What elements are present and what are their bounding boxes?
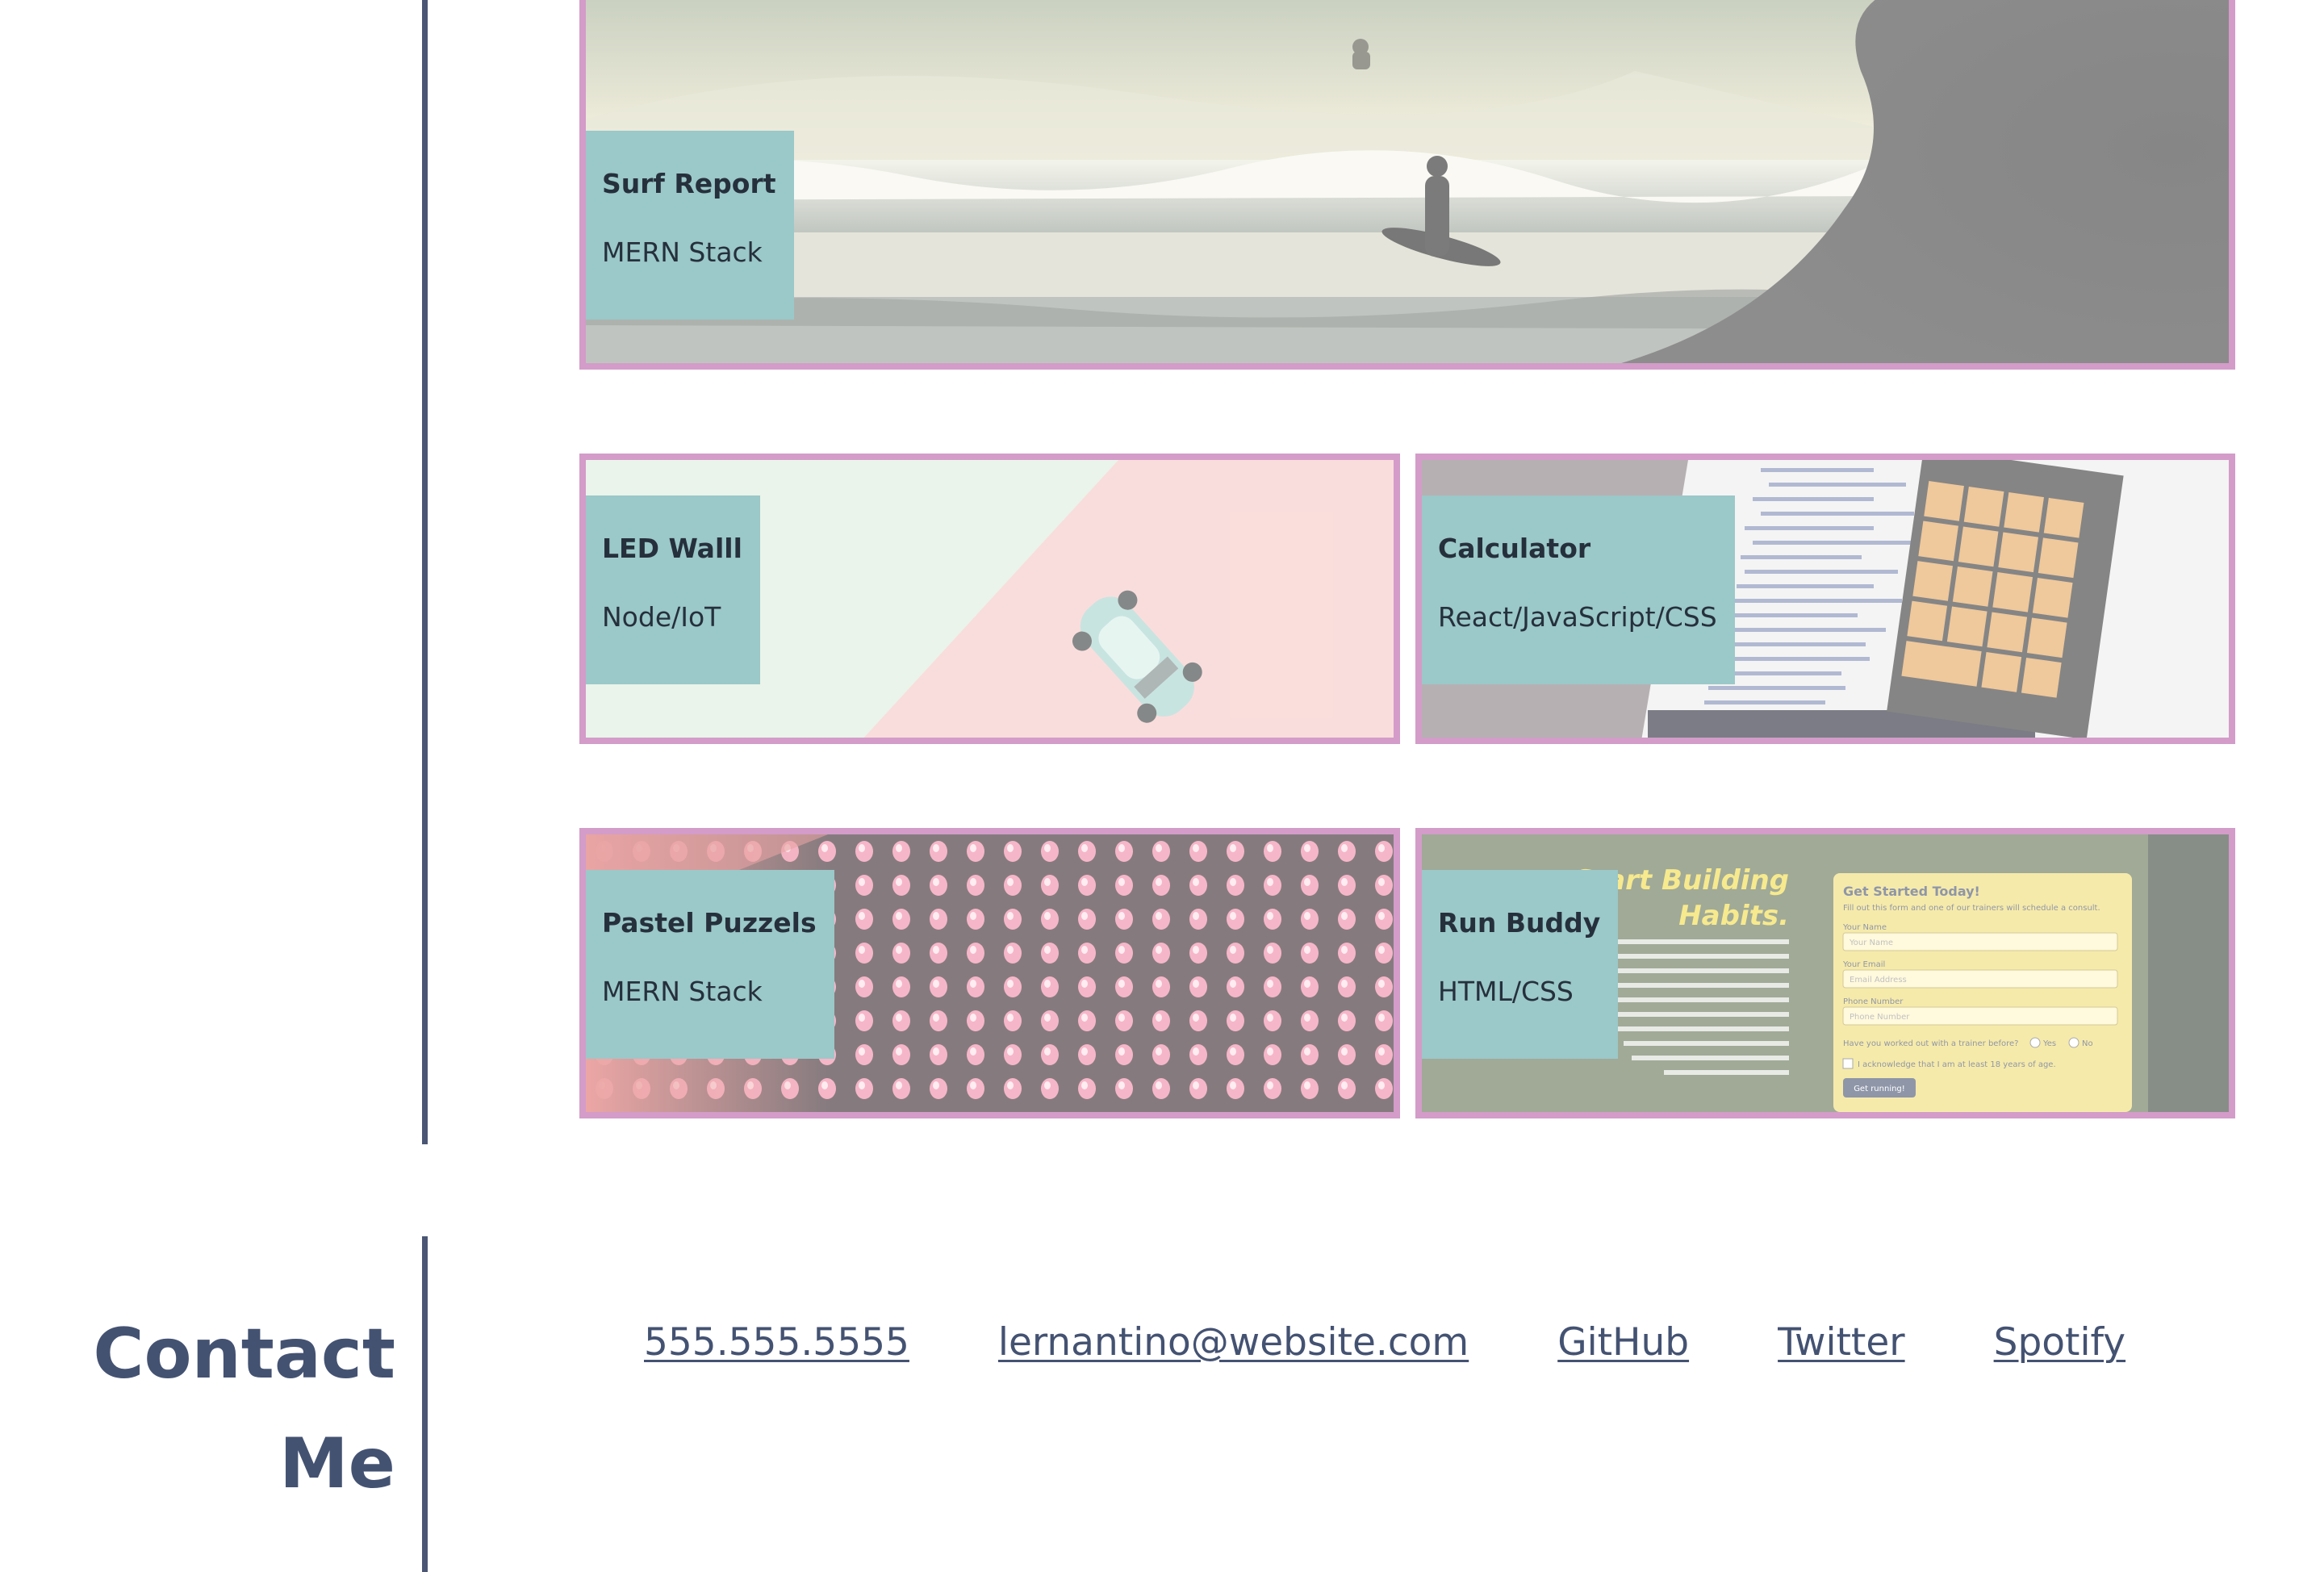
spotify-link[interactable]: Spotify bbox=[1994, 1320, 2125, 1365]
contact-heading-line2: Me bbox=[279, 1424, 395, 1504]
email-link[interactable]: lernantino@website.com bbox=[998, 1320, 1469, 1365]
project-tech: MERN Stack bbox=[602, 236, 763, 268]
twitter-link[interactable]: Twitter bbox=[1778, 1320, 1905, 1365]
contact-links: 555.555.5555 lernantino@website.com GitH… bbox=[644, 1320, 2125, 1365]
section-divider bbox=[422, 0, 428, 1144]
project-label: LED Walll Node/IoT bbox=[586, 495, 760, 684]
project-card-surf-report[interactable]: Surf Report MERN Stack bbox=[579, 0, 2235, 370]
project-title: Surf Report bbox=[602, 168, 776, 199]
project-tech: Node/IoT bbox=[602, 601, 721, 633]
contact-divider bbox=[422, 1236, 428, 1572]
github-link[interactable]: GitHub bbox=[1557, 1320, 1689, 1365]
project-card-led-wall[interactable]: LED Walll Node/IoT bbox=[579, 454, 1400, 744]
project-tech: MERN Stack bbox=[602, 976, 763, 1007]
project-tech: HTML/CSS bbox=[1438, 976, 1574, 1007]
image-overlay bbox=[586, 0, 2229, 363]
project-title: Pastel Puzzels bbox=[602, 907, 817, 939]
project-title: LED Walll bbox=[602, 533, 742, 564]
contact-heading-line1: Contact bbox=[93, 1314, 395, 1394]
phone-link[interactable]: 555.555.5555 bbox=[644, 1320, 909, 1365]
project-label: Run Buddy HTML/CSS bbox=[1422, 870, 1619, 1059]
project-label: Calculator React/JavaScript/CSS bbox=[1422, 495, 1735, 684]
project-card-run-buddy[interactable]: Start Building Habits. Get Started Today… bbox=[1415, 828, 2235, 1118]
contact-heading: Contact Me bbox=[93, 1299, 395, 1519]
project-label: Pastel Puzzels MERN Stack bbox=[586, 870, 834, 1059]
project-tech: React/JavaScript/CSS bbox=[1438, 601, 1717, 633]
project-card-pastel-puzzels[interactable]: Pastel Puzzels MERN Stack bbox=[579, 828, 1400, 1118]
project-label: Surf Report MERN Stack bbox=[586, 131, 794, 320]
project-card-calculator[interactable]: Calculator React/JavaScript/CSS bbox=[1415, 454, 2235, 744]
project-title: Calculator bbox=[1438, 533, 1591, 564]
project-title: Run Buddy bbox=[1438, 907, 1601, 939]
